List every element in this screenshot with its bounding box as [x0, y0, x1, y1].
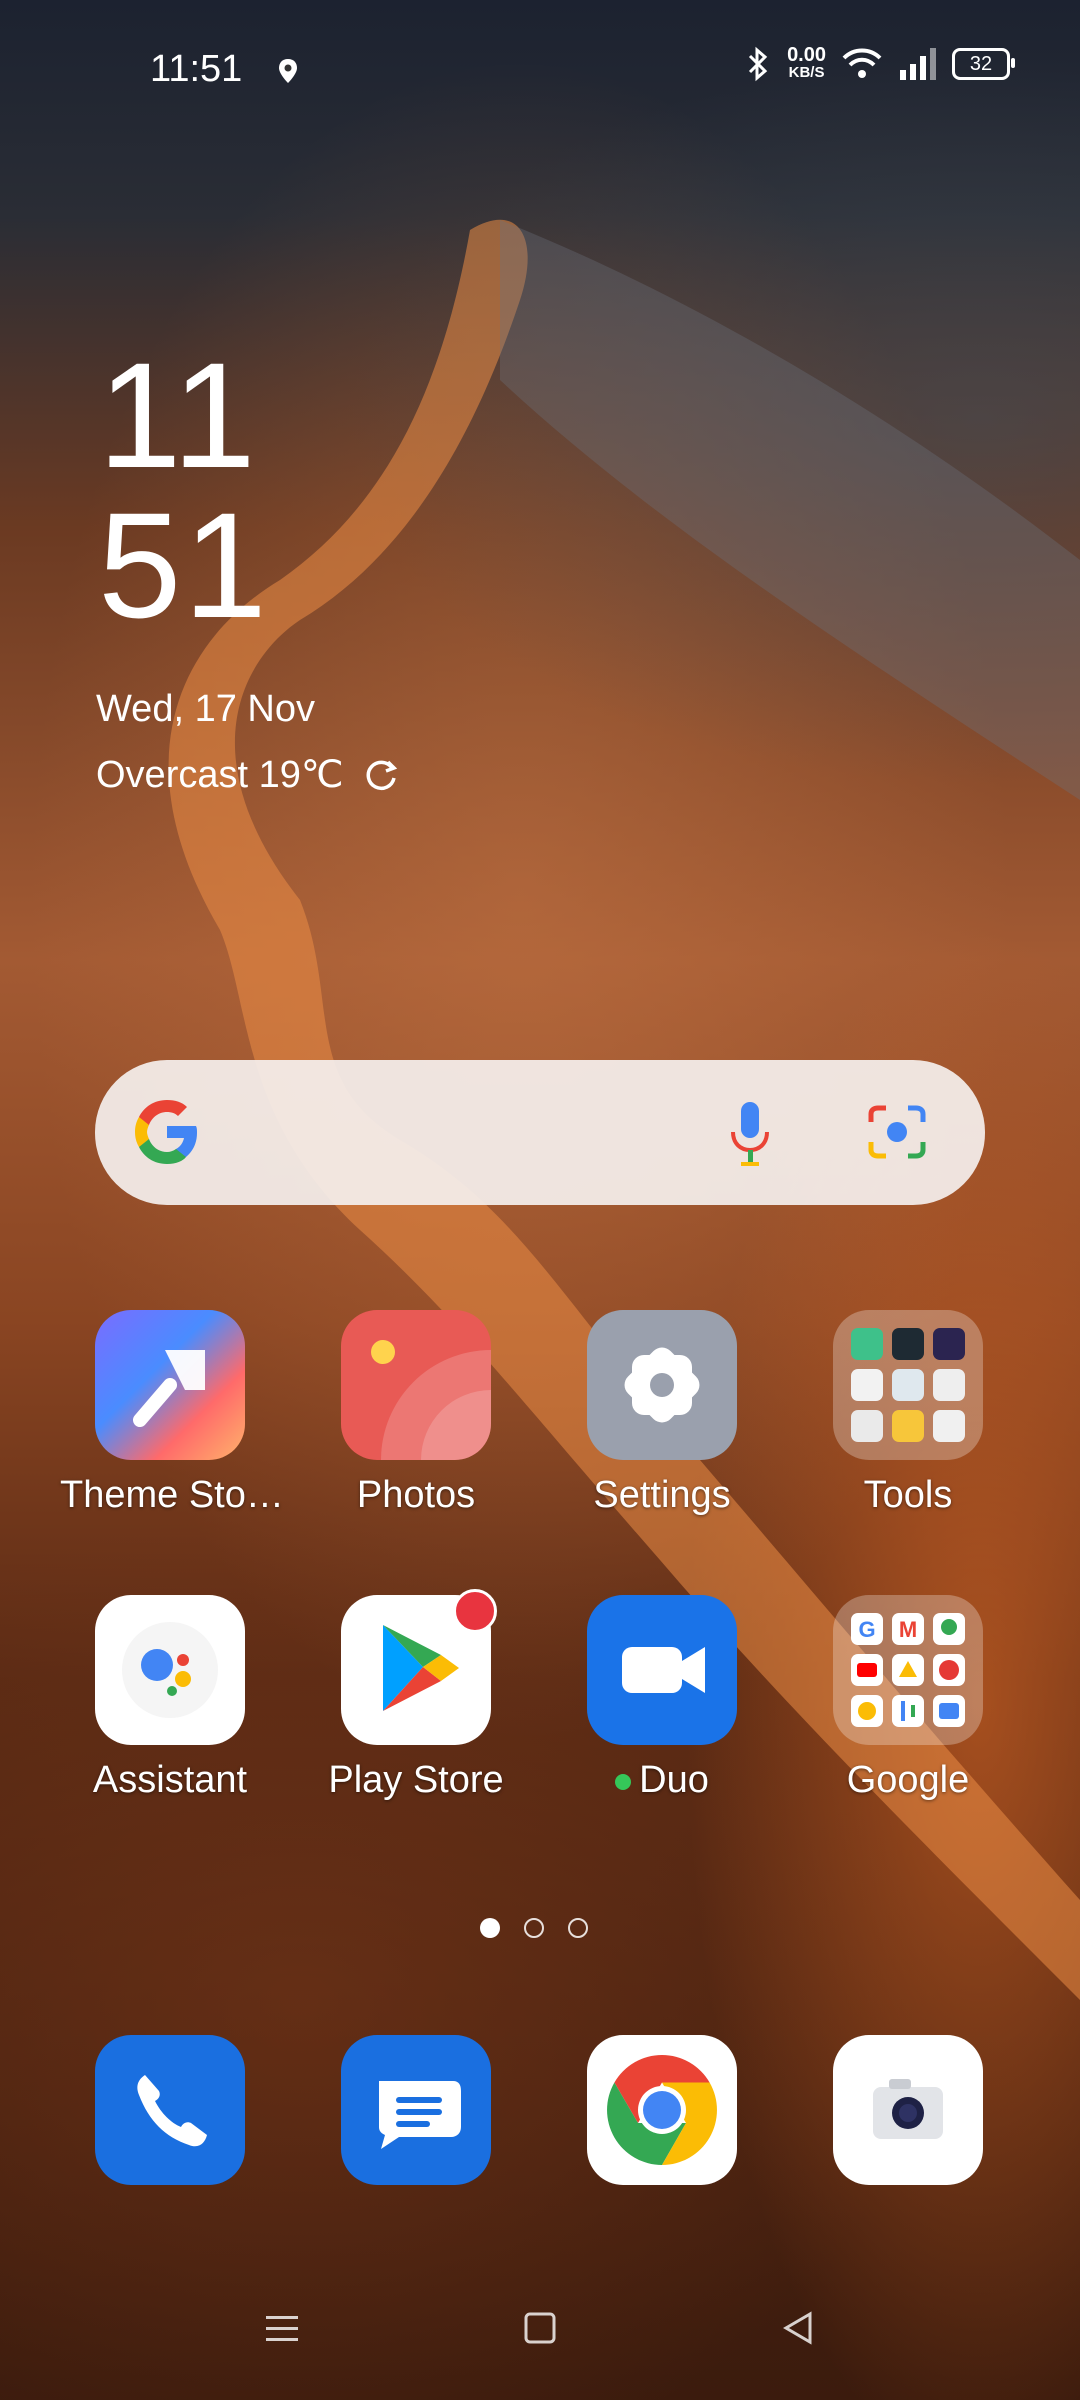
- chrome-icon: [587, 2035, 737, 2185]
- app-label: Photos: [356, 1474, 476, 1516]
- app-theme-store[interactable]: Theme Sto…: [60, 1310, 284, 1517]
- messages-icon: [341, 2035, 491, 2185]
- weather-text: Overcast 19℃: [96, 754, 344, 796]
- app-play-store[interactable]: Play Store: [306, 1589, 526, 1802]
- status-time: 11:51: [150, 48, 243, 90]
- app-label: Play Store: [328, 1759, 504, 1801]
- weather-row[interactable]: Overcast 19℃: [96, 752, 400, 797]
- app-assistant[interactable]: Assistant: [60, 1595, 280, 1802]
- camera-icon: [833, 2035, 983, 2185]
- page-dot-3[interactable]: [568, 1918, 588, 1938]
- online-status-dot: [615, 1773, 632, 1790]
- google-search-bar[interactable]: [95, 1060, 985, 1205]
- refresh-icon[interactable]: [362, 756, 400, 794]
- app-photos[interactable]: Photos: [306, 1310, 526, 1517]
- play-store-icon: [341, 1589, 497, 1745]
- google-folder-icon: G M: [833, 1595, 983, 1745]
- page-indicator[interactable]: [480, 1918, 588, 1938]
- app-label: Google: [846, 1759, 970, 1801]
- dock-phone[interactable]: [60, 2035, 280, 2185]
- app-label: Assistant: [92, 1759, 248, 1801]
- status-bar: 11:51 0.00 KB/S 32: [0, 0, 1080, 140]
- app-label: Tools: [863, 1474, 953, 1516]
- home-icon[interactable]: [520, 2308, 560, 2348]
- status-icons: 0.00 KB/S 32: [745, 44, 1015, 82]
- svg-text:G: G: [858, 1617, 875, 1642]
- duo-video-icon: [587, 1595, 737, 1745]
- app-tools-folder[interactable]: Tools: [798, 1310, 1018, 1517]
- back-icon[interactable]: [778, 2308, 818, 2348]
- location-icon: [279, 59, 297, 83]
- signal-icon: [900, 48, 936, 80]
- app-label: Theme Sto…: [60, 1474, 284, 1516]
- app-google-folder[interactable]: G M Google: [798, 1595, 1018, 1802]
- clock-widget[interactable]: 11 51: [98, 340, 269, 640]
- battery-icon: 32: [952, 48, 1015, 80]
- tools-folder-icon: [833, 1310, 983, 1460]
- app-label-text: Duo: [639, 1759, 709, 1801]
- page-dot-2[interactable]: [524, 1918, 544, 1938]
- menu-icon[interactable]: [262, 2308, 302, 2348]
- clock-hour: 11: [98, 331, 258, 499]
- settings-gear-icon: [587, 1310, 737, 1460]
- bluetooth-icon: [749, 46, 768, 82]
- phone-icon: [95, 2035, 245, 2185]
- microphone-icon[interactable]: [725, 1100, 775, 1170]
- dock-messages[interactable]: [306, 2035, 526, 2185]
- app-label: Duo: [552, 1759, 772, 1802]
- app-duo[interactable]: Duo: [552, 1595, 772, 1802]
- notification-badge: [453, 1589, 497, 1633]
- battery-level: 32: [969, 52, 993, 75]
- assistant-icon: [95, 1595, 245, 1745]
- wifi-icon: [842, 48, 882, 78]
- app-settings[interactable]: Settings: [552, 1310, 772, 1517]
- network-speed-value: 0.00: [787, 44, 826, 66]
- navigation-bar: [0, 2300, 1080, 2360]
- lens-camera-icon[interactable]: [865, 1100, 929, 1164]
- dock-camera[interactable]: [798, 2035, 1018, 2185]
- page-dot-1[interactable]: [480, 1918, 500, 1938]
- network-speed-unit: KB/S: [788, 64, 825, 81]
- app-label: Settings: [593, 1474, 731, 1516]
- photos-icon: [341, 1310, 491, 1460]
- svg-text:M: M: [899, 1617, 917, 1642]
- dock-chrome[interactable]: [552, 2035, 772, 2185]
- theme-store-icon: [95, 1310, 245, 1460]
- date-text: Wed, 17 Nov: [96, 688, 315, 730]
- google-logo-icon: [135, 1100, 197, 1164]
- clock-minute: 51: [98, 481, 269, 649]
- network-speed: 0.00 KB/S: [787, 44, 826, 82]
